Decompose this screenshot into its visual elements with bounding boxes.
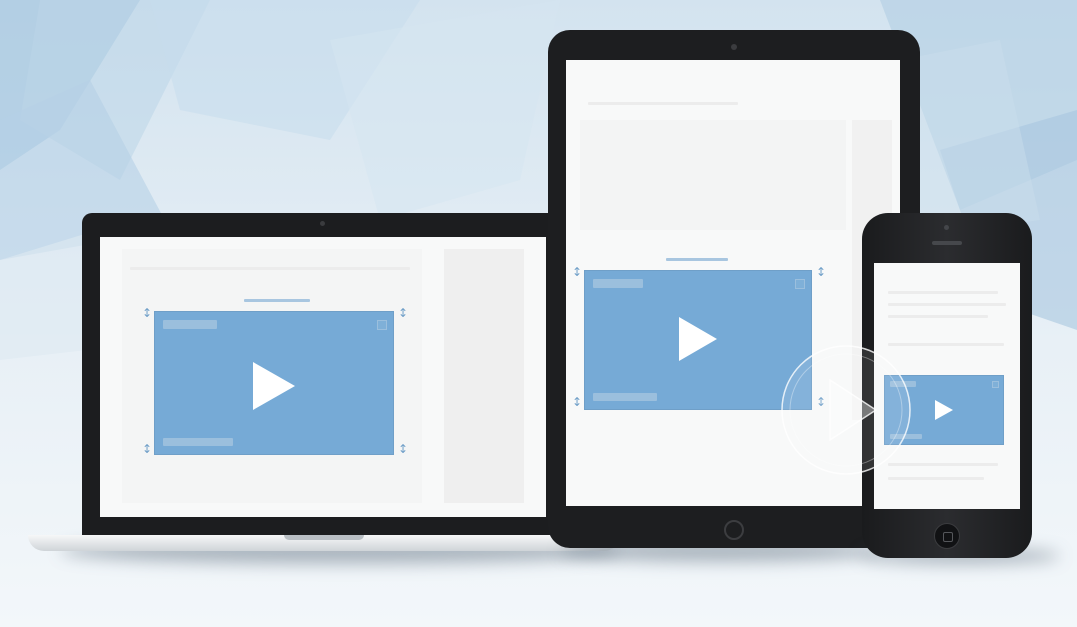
play-icon[interactable]	[679, 317, 717, 361]
video-progress-bar[interactable]	[593, 393, 657, 401]
tablet-camera	[731, 44, 737, 50]
play-icon[interactable]	[935, 400, 953, 420]
phone-speaker	[932, 241, 962, 245]
resize-arrow-icon: ↕	[572, 265, 583, 279]
phone-text-line	[888, 315, 988, 318]
phone-home-button[interactable]	[934, 523, 960, 549]
resize-arrow-icon: ↕	[142, 306, 153, 320]
tablet-text-line	[588, 102, 738, 105]
laptop-video-player[interactable]	[154, 311, 394, 455]
laptop-camera	[320, 221, 325, 226]
phone-camera	[944, 225, 949, 230]
resize-arrow-icon: ↕	[572, 395, 583, 409]
resize-arrow-icon: ↕	[142, 442, 153, 456]
play-circle-watermark-icon	[781, 345, 911, 475]
video-menu-icon[interactable]	[795, 279, 805, 289]
laptop-base	[28, 535, 620, 551]
laptop-lid: ↕ ↕ ↕ ↕	[82, 213, 562, 535]
resize-arrow-icon: ↕	[398, 306, 409, 320]
phone-text-line	[888, 291, 998, 294]
video-menu-icon[interactable]	[377, 320, 387, 330]
phone-text-line	[888, 303, 1006, 306]
video-progress-bar[interactable]	[163, 438, 233, 446]
laptop-screen: ↕ ↕ ↕ ↕	[100, 237, 546, 517]
play-icon[interactable]	[253, 362, 295, 410]
laptop-page-sidebar	[444, 249, 524, 503]
video-title-bar	[593, 279, 643, 288]
resize-arrow-icon: ↕	[816, 265, 827, 279]
video-menu-icon[interactable]	[992, 381, 999, 388]
laptop-notch	[284, 535, 364, 540]
laptop-text-line	[130, 267, 410, 270]
tablet-home-button[interactable]	[724, 520, 744, 540]
tablet-page-block	[580, 120, 846, 230]
laptop-video-title-line	[244, 299, 310, 302]
video-title-bar	[163, 320, 217, 329]
resize-arrow-icon: ↕	[398, 442, 409, 456]
laptop: ↕ ↕ ↕ ↕	[82, 213, 562, 535]
tablet-video-title-line	[666, 258, 728, 261]
